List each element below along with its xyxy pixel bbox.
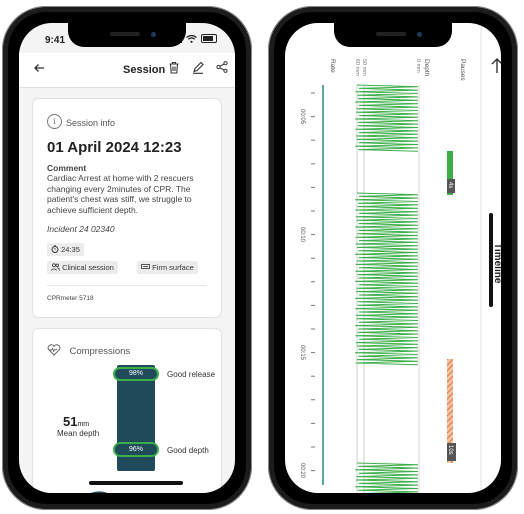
status-time: 9:41 (45, 35, 66, 46)
heart-pulse-icon (47, 344, 61, 356)
time-tick-label: 00:15 (299, 345, 305, 361)
depth-row-label: Depth (423, 59, 430, 77)
divider (47, 285, 207, 286)
comment-text: Cardiac Arrest at home with 2 rescuers c… (47, 173, 194, 215)
timeline-screen: Timeline Pauses Depth 0 mm 50 mm 60 mm R… (285, 23, 501, 493)
timeline-chart: Timeline Pauses Depth 0 mm 50 mm 60 mm R… (299, 23, 501, 493)
duration-chip: 24:35 (47, 243, 84, 256)
mean-depth-caption: Mean depth (57, 429, 100, 438)
back-button[interactable] (33, 62, 45, 77)
release-indicator: 98% (113, 367, 159, 381)
pencil-icon (193, 61, 204, 74)
phone-frame-right: Timeline Pauses Depth 0 mm 50 mm 60 mm R… (268, 6, 518, 510)
people-icon (51, 263, 60, 271)
time-tick-label: 00:10 (299, 227, 305, 243)
depth-gauge (165, 487, 205, 493)
timeline-title: Timeline (492, 243, 501, 284)
depth-label: Good depth (167, 446, 209, 455)
pauses-row-label: Pauses (459, 59, 466, 81)
arrow-left-icon (34, 64, 44, 72)
wifi-icon (186, 34, 197, 43)
trash-icon (169, 61, 179, 74)
info-icon: i (47, 114, 62, 130)
depth-indicator: 96% (113, 442, 159, 457)
notch (334, 23, 452, 47)
home-indicator (489, 213, 493, 307)
pause-long-label: 10s (447, 445, 453, 455)
home-indicator (89, 481, 183, 485)
share-icon (216, 61, 228, 73)
back-button[interactable] (491, 58, 501, 73)
session-date: 01 April 2024 12:23 (47, 139, 182, 156)
session-screen: 9:41 Session i Session info 01 April 202… (19, 23, 235, 493)
arrow-up-icon (491, 58, 501, 73)
rate-gauge (90, 491, 108, 493)
session-info-card: i Session info 01 April 2024 12:23 Commen… (33, 99, 221, 317)
rate-row-label: Rate (329, 59, 336, 73)
surface-icon (141, 264, 150, 269)
incident-number: Incident 24 02340 (47, 224, 115, 234)
app-bar: Session (19, 53, 235, 88)
battery-icon (201, 34, 217, 43)
share-button[interactable] (216, 61, 228, 76)
compressions-card: Compressions 98% Good release 96% Good d… (33, 329, 221, 493)
depth-scale-60: 60 mm (354, 59, 360, 76)
pause-short-label: 4s (447, 182, 453, 188)
compressions-heading: Compressions (47, 341, 130, 359)
release-label: Good release (167, 370, 216, 379)
depth-scale-50: 50 mm (361, 59, 367, 76)
notch (68, 23, 186, 47)
phone-frame-left: 9:41 Session i Session info 01 April 202… (2, 6, 252, 510)
time-tick-label: 00:20 (299, 463, 305, 479)
edit-button[interactable] (192, 61, 204, 77)
device-name: CPRmeter 5718 (47, 295, 94, 302)
depth-scale-zero: 0 mm (415, 59, 421, 73)
session-info-heading: i Session info (47, 113, 115, 131)
stopwatch-icon (51, 245, 59, 253)
delete-button[interactable] (168, 61, 180, 77)
time-tick-label: 00:05 (299, 109, 305, 125)
clinical-session-tag: Clinical session (47, 261, 118, 274)
page-title: Session (123, 64, 166, 76)
comment-label: Comment (47, 163, 87, 173)
firm-surface-tag: Firm surface (137, 261, 198, 274)
